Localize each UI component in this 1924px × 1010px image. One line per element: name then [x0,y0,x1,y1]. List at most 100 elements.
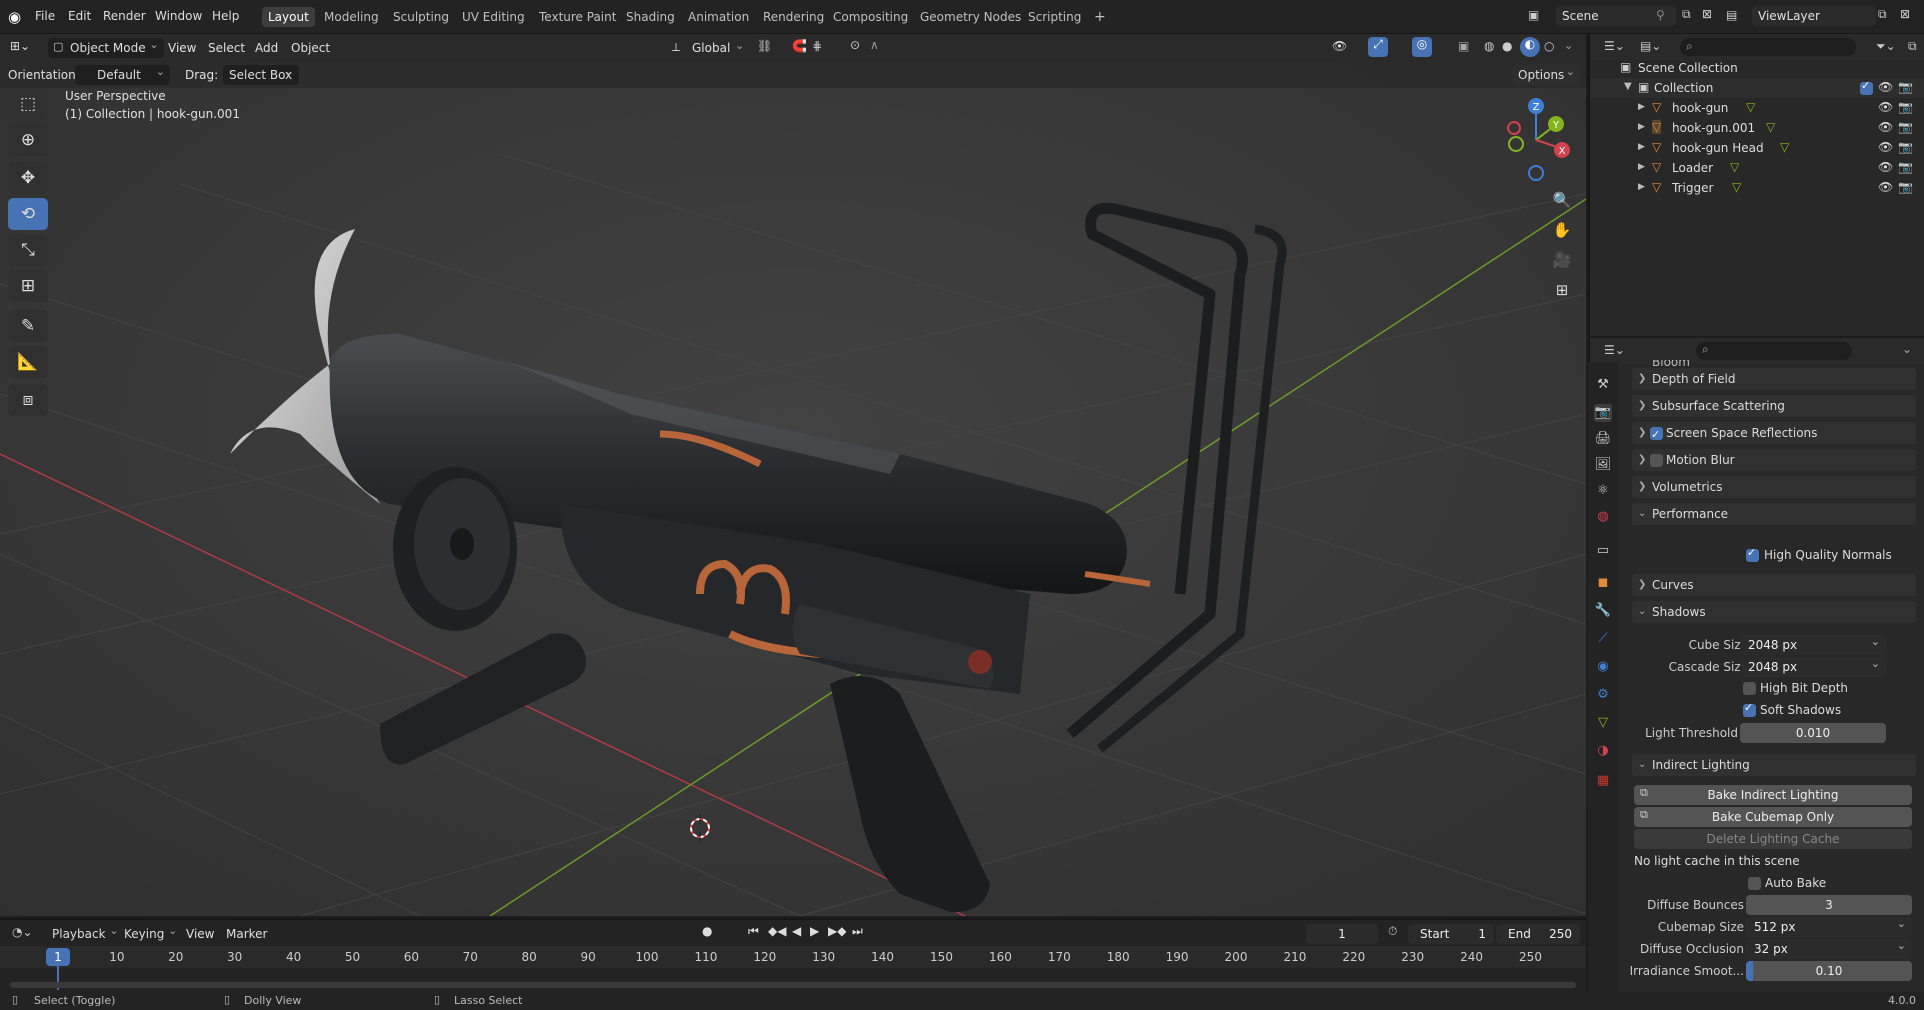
camera-icon[interactable]: 📷 [1898,180,1913,194]
transform-tool-icon[interactable]: ⊞ [8,270,48,302]
outliner-search-input[interactable] [1680,38,1856,56]
cubemap-size-dropdown[interactable]: 512 px [1746,914,1912,937]
material-shading-icon[interactable]: ◐ [1520,37,1540,57]
view-layer-field[interactable]: ViewLayer [1752,6,1876,26]
proportional-edit-icon[interactable]: ⊙ [850,38,860,52]
tab-animation[interactable]: Animation [682,7,755,27]
3d-viewport[interactable]: ⊞⌄ Object Mode ▢ View Select Add Object … [0,34,1586,916]
expand-arrow-icon[interactable]: ▶ [1638,142,1645,152]
chevron-down-icon[interactable]: ⌄ [1902,342,1912,356]
diffuse-bounces-field[interactable]: 3 [1746,895,1912,915]
camera-icon[interactable]: 📷 [1898,100,1913,114]
eye-icon[interactable]: 👁 [1878,80,1893,94]
bloom-panel-partial[interactable]: Bloom [1652,360,1690,368]
options-dropdown[interactable]: Options [1512,62,1580,85]
properties-editor-icon[interactable]: ☰⌄ [1604,343,1625,357]
bake-indirect-lighting-button[interactable]: Bake Indirect Lighting [1634,785,1912,805]
modifier-tab-icon[interactable]: 🔧 [1594,602,1612,620]
properties-search-input[interactable] [1696,342,1852,360]
move-tool-icon[interactable]: ✥ [8,162,48,194]
object-tab-icon[interactable]: ◼ [1594,574,1612,592]
data-tab-icon[interactable]: ▽ [1594,714,1612,732]
render-tab-icon[interactable]: 📷 [1594,404,1612,422]
tab-uv-editing[interactable]: UV Editing [456,7,531,27]
solid-shading-icon[interactable]: ● [1502,39,1512,53]
camera-icon[interactable]: 📷 [1898,120,1913,134]
light-threshold-field[interactable]: 0.010 [1740,723,1886,743]
camera-view-icon[interactable]: 🎥 [1548,246,1576,274]
menu-render[interactable]: Render [103,9,146,23]
new-scene-icon[interactable]: ⧉ [1682,7,1691,22]
new-collection-icon[interactable]: ⧉ [1908,39,1917,54]
panel-shadows[interactable]: ⌄ Shadows [1632,601,1916,623]
panel-screen-space-reflections[interactable]: ❯Screen Space Reflections [1632,422,1916,446]
tab-rendering[interactable]: Rendering [757,7,830,27]
scene-tab-icon[interactable]: ⚛ [1594,482,1612,500]
blender-logo-icon[interactable]: ◉ [8,8,21,26]
editor-type-icon[interactable]: ⊞⌄ [10,39,30,53]
drag-dropdown[interactable]: Select Box [223,62,299,85]
measure-tool-icon[interactable]: 📐 [8,346,48,378]
delete-view-layer-icon[interactable]: ⊠ [1900,7,1910,21]
outliner-object-row[interactable]: ▶ ▽ hook-gun ▽ 👁 📷 [1590,98,1924,118]
menu-file[interactable]: File [35,9,55,23]
camera-icon[interactable]: 📷 [1898,80,1913,94]
new-view-layer-icon[interactable]: ⧉ [1878,7,1887,22]
eye-icon[interactable]: 👁 [1878,180,1893,194]
navigation-gizmo[interactable]: Z Y X [1500,92,1580,182]
texture-tab-icon[interactable]: ▦ [1594,772,1612,790]
ortho-grid-icon[interactable]: ⊞ [1548,276,1576,304]
timeline-scrollbar[interactable] [10,982,1576,988]
menu-add[interactable]: Add [255,41,278,55]
annotate-tool-icon[interactable]: ✎ [8,310,48,342]
panel-curves[interactable]: ❯ Curves [1632,574,1916,596]
panel-depth-of-field[interactable]: ❯ Depth of Field [1632,368,1916,390]
irradiance-smoothing-slider[interactable]: 0.10 [1746,961,1912,981]
delete-scene-icon[interactable]: ⊠ [1702,7,1712,21]
gizmo-toggle-icon[interactable]: ⤢ [1368,37,1388,57]
menu-window[interactable]: Window [155,9,202,23]
scale-tool-icon[interactable]: ⤡ [8,234,48,266]
cursor-tool-icon[interactable]: ⊕ [8,124,48,156]
eye-icon[interactable]: 👁 [1878,140,1893,154]
outliner-object-row[interactable]: ▶ ▽ Trigger ▽ 👁 📷 [1590,178,1924,198]
snap-target-icon[interactable]: ⋕ [812,39,822,53]
tab-texture-paint[interactable]: Texture Paint [533,7,622,27]
panel-subsurface-scattering[interactable]: ❯ Subsurface Scattering [1632,395,1916,417]
panel-performance[interactable]: ⌄ Performance [1632,503,1916,525]
tab-shading[interactable]: Shading [620,7,681,27]
pivot-icon[interactable]: ⛓ [757,39,772,53]
wireframe-shading-icon[interactable]: ◍ [1484,39,1494,53]
add-cube-tool-icon[interactable]: ⧈ [8,384,48,416]
collection-tab-icon[interactable]: ▭ [1594,542,1612,560]
outliner-collection[interactable]: ▼ ▣ Collection 👁 📷 [1590,78,1924,98]
outliner-editor-icon[interactable]: ☰⌄ [1604,39,1625,53]
add-workspace-icon[interactable]: + [1088,7,1112,27]
pin-icon[interactable]: ⚲ [1656,8,1665,22]
particles-tab-icon[interactable]: ⟋ [1594,630,1612,648]
motion-blur-checkbox[interactable] [1650,454,1663,467]
falloff-icon[interactable]: ∧ [870,38,879,52]
transform-orientation-dropdown[interactable]: Global [692,41,730,55]
mode-dropdown[interactable]: Object Mode [48,35,164,58]
outliner-object-row[interactable]: ▶ ▽ hook-gun Head ▽ 👁 📷 [1590,138,1924,158]
visibility-icon[interactable]: 👁 [1332,39,1347,53]
panel-volumetrics[interactable]: ❯ Volumetrics [1632,476,1916,498]
soft-shadows-checkbox[interactable] [1743,701,1756,717]
camera-icon[interactable]: 📷 [1898,160,1913,174]
outliner-object-row[interactable]: ▶ ▽ Loader ▽ 👁 📷 [1590,158,1924,178]
rendered-shading-icon[interactable]: ○ [1544,39,1554,53]
tab-compositing[interactable]: Compositing [827,7,914,27]
snap-icon[interactable]: 🧲 [792,39,807,53]
camera-icon[interactable]: 📷 [1898,140,1913,154]
delete-lighting-cache-button[interactable]: Delete Lighting Cache [1634,829,1912,849]
constraints-tab-icon[interactable]: ⚙ [1594,686,1612,704]
menu-edit[interactable]: Edit [68,9,91,23]
scene-icon[interactable]: ▣ [1528,8,1539,22]
menu-object[interactable]: Object [291,41,330,55]
cascade-size-dropdown[interactable]: 2048 px [1740,654,1886,677]
menu-view[interactable]: View [168,41,196,55]
ssr-checkbox[interactable] [1650,424,1663,446]
xray-icon[interactable]: ▣ [1458,39,1469,53]
physics-tab-icon[interactable]: ◉ [1594,658,1612,676]
